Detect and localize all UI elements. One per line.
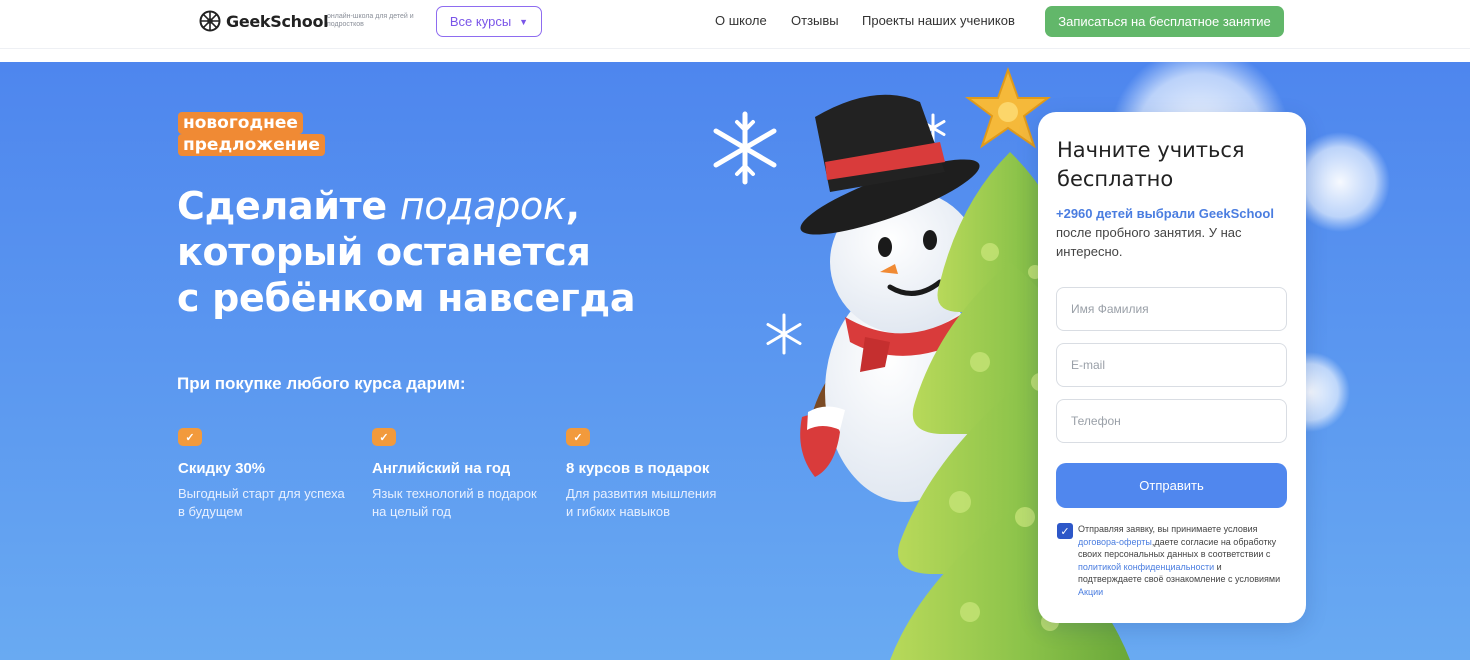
all-courses-dropdown[interactable]: Все курсы ▼ [436,6,542,37]
logo[interactable]: GeekSchool онлайн-школа для детей и подр… [199,10,414,32]
privacy-policy-link[interactable]: политикой конфиденциальности [1078,562,1214,572]
logo-subtitle: онлайн-школа для детей и подростков [327,13,414,28]
benefit-desc-line: в будущем [178,504,243,519]
benefit-desc-line: и гибких навыков [566,504,671,519]
consent-checkbox[interactable]: ✓ [1057,523,1073,539]
submit-button[interactable]: Отправить [1056,463,1287,508]
benefit-discount: ✓ Скидку 30% Выгодный старт для успеха в… [178,428,358,521]
logo-text: GeekSchool [226,11,329,31]
checkmark-icon: ✓ [1060,525,1070,538]
nav-projects[interactable]: Проекты наших учеников [862,13,1015,28]
benefit-title: Английский на год [372,460,511,477]
all-courses-label: Все курсы [449,14,512,29]
consent-text: Отправляя заявку, вы принимаете условия … [1078,523,1283,598]
benefit-desc-line: на целый год [372,504,451,519]
headline-italic: подарок [399,184,566,228]
consent-part: Отправляя заявку, вы принимаете условия [1078,524,1258,534]
benefit-english: ✓ Английский на год Язык технологий в по… [372,428,552,521]
offer-agreement-link[interactable]: договора-оферты [1078,537,1152,547]
nav-reviews[interactable]: Отзывы [791,13,839,28]
new-year-offer-badge: новогоднее предложение [178,112,325,156]
check-icon: ✓ [566,428,590,446]
name-field[interactable] [1056,287,1287,331]
children-count-highlight: +2960 детей выбрали GeekSchool [1056,206,1274,221]
form-title-line: бесплатно [1057,167,1174,191]
site-header: GeekSchool онлайн-школа для детей и подр… [0,0,1470,49]
benefit-desc-line: Выгодный старт для успеха [178,486,345,501]
hero-section: новогоднее предложение Сделайте подарок,… [0,62,1470,660]
badge-line-2: предложение [178,134,325,156]
nav-about[interactable]: О школе [715,13,767,28]
promotion-terms-link[interactable]: Акции [1078,587,1103,597]
headline-part-2: , [565,184,580,228]
snowflake-icon [713,111,777,185]
badge-line-1: новогоднее [178,112,303,134]
benefit-description: Выгодный старт для успеха в будущем [178,485,358,521]
hero-headline: Сделайте подарок, который останется с ре… [177,183,636,321]
benefit-description: Язык технологий в подарок на целый год [372,485,552,521]
headline-line-3: с ребёнком навсегда [177,276,636,320]
email-field[interactable] [1056,343,1287,387]
headline-line-2: который останется [177,230,591,274]
benefit-title: Скидку 30% [178,460,266,477]
form-description: +2960 детей выбрали GeekSchool после про… [1056,204,1288,261]
star-icon [965,67,1051,149]
form-description-rest: после пробного занятия. У нас интересно. [1056,225,1242,259]
headline-part-1: Сделайте [177,184,400,228]
free-lesson-button[interactable]: Записаться на бесплатное занятие [1045,6,1284,37]
gift-subheading: При покупке любого курса дарим: [177,374,466,393]
phone-field[interactable] [1056,399,1287,443]
caret-down-icon: ▼ [519,16,529,27]
form-title-line: Начните учиться [1057,138,1245,162]
check-icon: ✓ [372,428,396,446]
check-icon: ✓ [178,428,202,446]
geekschool-logo-icon [199,10,221,32]
signup-form-card: Начните учиться бесплатно +2960 детей вы… [1038,112,1306,623]
benefit-desc-line: Язык технологий в подарок [372,486,537,501]
form-title: Начните учиться бесплатно [1057,136,1245,194]
